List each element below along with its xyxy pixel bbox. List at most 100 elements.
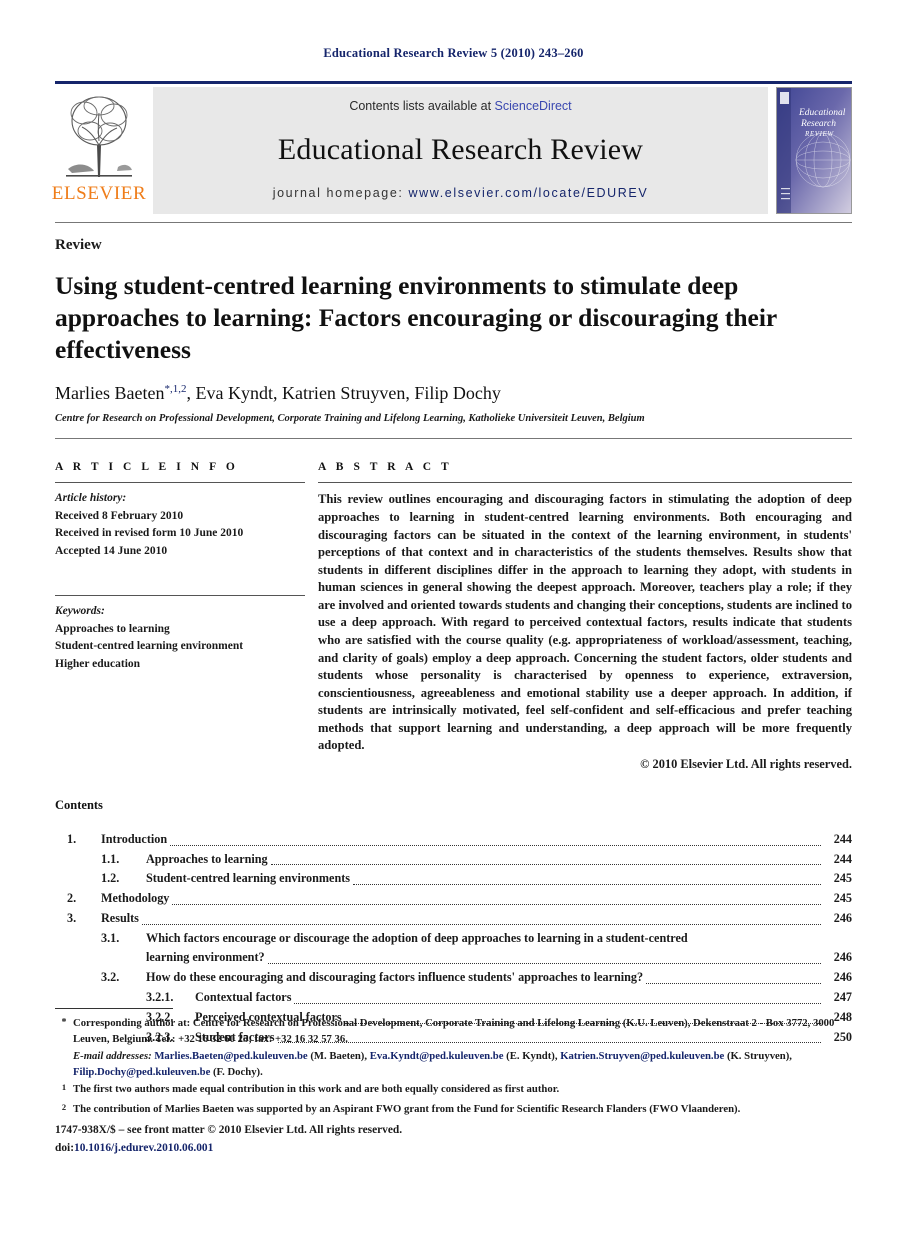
toc-entry[interactable]: 3.2.1. Contextual factors 247 bbox=[55, 988, 852, 1008]
toc-entry-number: 1.2. bbox=[101, 871, 120, 886]
contents-lists-line: Contents lists available at ScienceDirec… bbox=[349, 99, 571, 113]
footnote-mark-2: 2 bbox=[61, 1101, 67, 1112]
footnote-two-text: The contribution of Marlies Baeten was s… bbox=[73, 1102, 741, 1115]
toc-entry-page: 244 bbox=[833, 851, 852, 866]
elsevier-tree-icon bbox=[66, 96, 132, 177]
footnote-corresponding: * Corresponding author at: Centre for Re… bbox=[55, 1015, 852, 1047]
toc-leader-dots bbox=[270, 864, 821, 866]
toc-entry-page: 247 bbox=[833, 990, 852, 1005]
keyword-item: Higher education bbox=[55, 657, 141, 670]
toc-leader-dots bbox=[646, 983, 821, 985]
article-info-heading: A R T I C L E I N F O bbox=[55, 461, 239, 474]
toc-entry[interactable]: 3. Results 246 bbox=[55, 909, 852, 929]
toc-entry-label: Approaches to learning bbox=[146, 851, 268, 866]
journal-homepage-url[interactable]: www.elsevier.com/locate/EDUREV bbox=[409, 186, 649, 200]
email-person: (K. Struyven), bbox=[724, 1050, 792, 1063]
cover-title-line3: REVIEW bbox=[804, 130, 834, 138]
running-head: Educational Research Review 5 (2010) 243… bbox=[323, 46, 584, 60]
toc-entry-continuation[interactable]: learning environment? 246 bbox=[55, 948, 852, 968]
footnote-emails-text: E-mail addresses: Marlies.Baeten@ped.kul… bbox=[73, 1048, 852, 1080]
page-title: Using student-centred learning environme… bbox=[55, 271, 777, 365]
toc-entry[interactable]: 2. Methodology 245 bbox=[55, 889, 852, 909]
author-rest: , Eva Kyndt, Katrien Struyven, Filip Doc… bbox=[186, 383, 501, 404]
cover-artwork: Educational Research REVIEW bbox=[777, 88, 851, 213]
toc-entry-label: Contextual factors bbox=[195, 990, 292, 1005]
toc-entry-page: 246 bbox=[833, 970, 852, 985]
author-footnote-marks: *,1,2 bbox=[164, 383, 187, 396]
issn-line: 1747-938X/$ – see front matter © 2010 El… bbox=[55, 1124, 403, 1136]
footnotes-region: * Corresponding author at: Centre for Re… bbox=[55, 1008, 852, 1120]
keyword-item: Student-centred learning environment bbox=[55, 640, 244, 653]
journal-article-first-page: Educational Research Review 5 (2010) 243… bbox=[0, 0, 907, 1238]
toc-leader-dots bbox=[294, 1002, 821, 1004]
author-first: Marlies Baeten bbox=[55, 383, 165, 404]
masthead-bottom-rule bbox=[55, 222, 852, 223]
journal-homepage-label: journal homepage: bbox=[272, 186, 409, 200]
email-addresses-label: E-mail addresses: bbox=[73, 1050, 152, 1063]
toc-entry-label: How do these encouraging and discouragin… bbox=[146, 970, 644, 985]
footnote-emails: E-mail addresses: Marlies.Baeten@ped.kul… bbox=[55, 1048, 852, 1080]
abstract-rule bbox=[318, 482, 852, 484]
abstract-heading: A B S T R A C T bbox=[318, 461, 453, 474]
toc-entry-page: 244 bbox=[833, 831, 852, 846]
toc-entry-number: 1. bbox=[67, 831, 77, 846]
toc-entry-page: 245 bbox=[833, 891, 852, 906]
footnote-mark-asterisk: * bbox=[61, 1017, 67, 1028]
toc-entry[interactable]: 1.2. Student-centred learning environment… bbox=[55, 869, 852, 889]
toc-leader-dots bbox=[141, 923, 821, 925]
toc-leader-dots bbox=[267, 963, 821, 965]
article-history-label: Article history: bbox=[55, 492, 127, 505]
email-link[interactable]: Marlies.Baeten@ped.kuleuven.be bbox=[154, 1050, 307, 1062]
elsevier-wordmark: ELSEVIER bbox=[51, 183, 147, 204]
footnote-mark-1: 1 bbox=[61, 1082, 67, 1093]
history-accepted: Accepted 14 June 2010 bbox=[55, 544, 168, 557]
abstract-text: This review outlines encouraging and dis… bbox=[318, 492, 852, 753]
article-info-rule bbox=[55, 482, 305, 484]
info-abstract-region: A R T I C L E I N F O Article history: R… bbox=[55, 461, 852, 771]
sciencedirect-link[interactable]: ScienceDirect bbox=[495, 99, 572, 113]
history-received: Received 8 February 2010 bbox=[55, 509, 184, 522]
journal-title: Educational Research Review bbox=[277, 132, 644, 166]
affiliation: Centre for Research on Professional Deve… bbox=[55, 413, 645, 425]
toc-entry-label: learning environment? bbox=[146, 950, 265, 965]
toc-entry[interactable]: 1. Introduction 244 bbox=[55, 830, 852, 850]
contents-heading: Contents bbox=[55, 797, 103, 812]
contents-lists-prefix: Contents lists available at bbox=[349, 99, 495, 113]
toc-leader-dots bbox=[172, 903, 821, 905]
article-type-label: Review bbox=[55, 237, 102, 253]
abstract-column: A B S T R A C T This review outlines enc… bbox=[318, 461, 852, 771]
toc-entry-page: 246 bbox=[833, 910, 852, 925]
toc-entry[interactable]: 3.2. How do these encouraging and discour… bbox=[55, 968, 852, 988]
toc-leader-dots bbox=[353, 884, 821, 886]
toc-entry-number: 3.2. bbox=[101, 970, 120, 985]
toc-entry-number: 1.1. bbox=[101, 851, 120, 866]
history-revised: Received in revised form 10 June 2010 bbox=[55, 527, 244, 540]
footnote-separator bbox=[55, 1008, 173, 1009]
footnote-two: 2 The contribution of Marlies Baeten was… bbox=[55, 1101, 852, 1119]
toc-entry[interactable]: 1.1. Approaches to learning 244 bbox=[55, 850, 852, 870]
article-history-block: Article history: Received 8 February 201… bbox=[55, 490, 305, 560]
toc-entry-label: Methodology bbox=[101, 891, 170, 906]
toc-leader-dots bbox=[170, 844, 821, 846]
elsevier-logo: ELSEVIER bbox=[52, 87, 146, 214]
journal-homepage-line: journal homepage: www.elsevier.com/locat… bbox=[273, 186, 649, 200]
toc-entry-label: Introduction bbox=[101, 831, 168, 846]
footnote-one: 1 The first two authors made equal contr… bbox=[55, 1081, 852, 1099]
doi-link[interactable]: 10.1016/j.edurev.2010.06.001 bbox=[74, 1142, 213, 1154]
journal-masthead: ELSEVIER Contents lists available at Sci… bbox=[52, 87, 852, 214]
toc-entry[interactable]: 3.1. Which factors encourage or discourag… bbox=[55, 929, 852, 949]
masthead-top-rule bbox=[55, 81, 852, 84]
keywords-rule bbox=[55, 595, 305, 597]
article-head-rule bbox=[55, 438, 852, 440]
email-person: (M. Baeten), bbox=[307, 1050, 370, 1063]
email-link[interactable]: Eva.Kyndt@ped.kuleuven.be bbox=[370, 1050, 504, 1062]
journal-cover-thumbnail: Educational Research REVIEW bbox=[776, 87, 852, 214]
cover-title-line2: Research bbox=[800, 119, 836, 129]
toc-entry-page: 246 bbox=[833, 950, 852, 965]
toc-entry-number: 3.2.1. bbox=[146, 990, 174, 1005]
email-person: (E. Kyndt), bbox=[503, 1050, 561, 1063]
email-link[interactable]: Filip.Dochy@ped.kuleuven.be bbox=[73, 1066, 210, 1078]
email-link[interactable]: Katrien.Struyven@ped.kuleuven.be bbox=[560, 1050, 724, 1062]
keywords-block: Keywords: Approaches to learning Student… bbox=[55, 603, 305, 673]
